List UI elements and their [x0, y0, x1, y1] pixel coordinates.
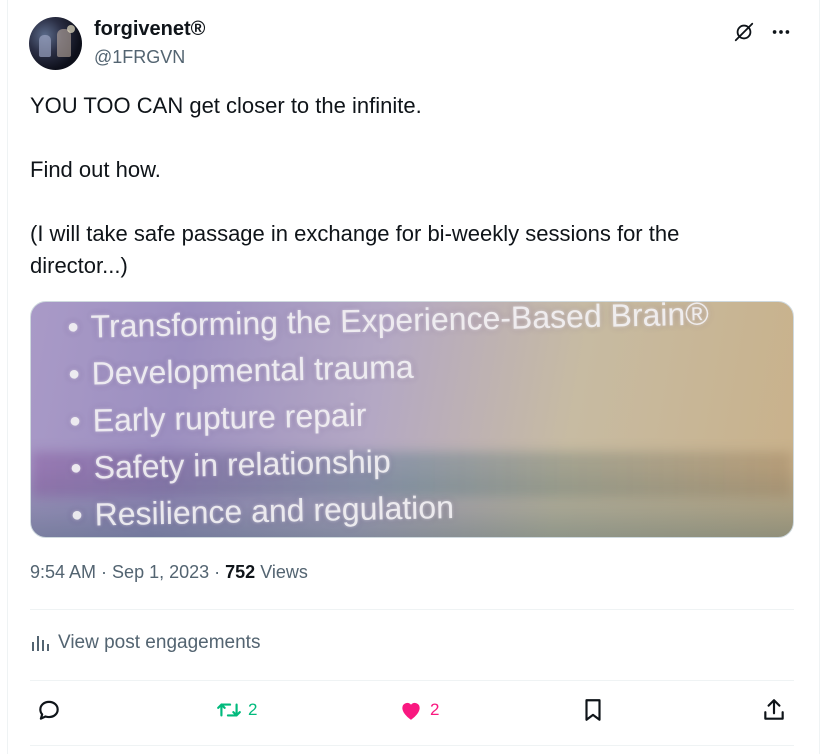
retweet-icon	[217, 703, 241, 717]
divider	[30, 609, 794, 610]
heart-icon	[402, 702, 420, 720]
more-icon[interactable]	[770, 21, 792, 43]
reply-button[interactable]	[36, 697, 62, 723]
post-time[interactable]: 9:54 AM	[30, 562, 96, 582]
like-count: 2	[430, 700, 440, 719]
share-icon	[764, 699, 784, 720]
post-text: YOU TOO CAN get closer to the infinite. …	[30, 93, 680, 278]
views-label: Views	[260, 562, 308, 582]
user-handle[interactable]: @1FRGVN	[94, 47, 185, 68]
post-meta: 9:54 AM · Sep 1, 2023 · 752 Views	[30, 562, 308, 582]
bookmark-button[interactable]	[580, 697, 606, 723]
image-bullet-list: Transforming the Experience-Based Brain®…	[67, 302, 713, 537]
post-date[interactable]: Sep 1, 2023	[112, 562, 209, 582]
grok-icon[interactable]	[733, 21, 755, 43]
divider	[30, 680, 794, 681]
bookmark-icon	[585, 699, 601, 721]
retweet-button[interactable]: 2	[216, 697, 257, 723]
action-bar: 2 2	[30, 697, 794, 729]
retweet-count: 2	[248, 700, 258, 719]
reply-icon	[39, 700, 59, 720]
view-engagements-link[interactable]: View post engagements	[30, 632, 260, 654]
views-count: 752	[225, 562, 256, 582]
analytics-icon	[32, 636, 49, 651]
display-name[interactable]: forgivenet®	[94, 18, 205, 41]
view-engagements-label: View post engagements	[58, 632, 261, 653]
like-button[interactable]: 2	[398, 697, 439, 723]
divider	[30, 745, 794, 746]
avatar[interactable]	[29, 17, 82, 70]
share-button[interactable]	[761, 697, 787, 723]
post-image[interactable]: Transforming the Experience-Based Brain®…	[30, 301, 794, 538]
